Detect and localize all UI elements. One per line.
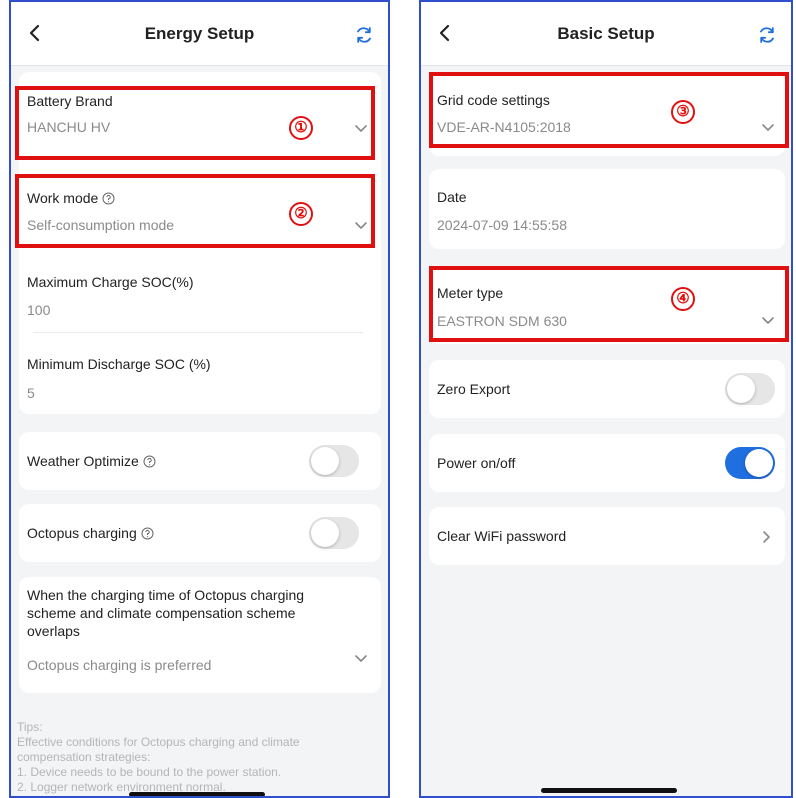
marker-3: ③ bbox=[671, 100, 695, 124]
zero-export-label: Zero Export bbox=[437, 381, 511, 397]
highlight-box-1 bbox=[15, 86, 375, 160]
refresh-icon[interactable] bbox=[354, 25, 374, 45]
tips-text: Tips: Effective conditions for Octopus c… bbox=[17, 720, 382, 795]
overlap-value: Octopus charging is preferred bbox=[27, 657, 212, 673]
min-discharge-soc-field[interactable]: Minimum Discharge SOC (%) 5 bbox=[27, 355, 372, 401]
octopus-charging-toggle[interactable] bbox=[309, 517, 359, 549]
highlight-box-4 bbox=[429, 266, 789, 342]
help-circle-icon[interactable] bbox=[141, 527, 154, 540]
min-discharge-soc-value: 5 bbox=[27, 385, 35, 401]
max-charge-soc-field[interactable]: Maximum Charge SOC(%) 100 bbox=[27, 273, 372, 319]
date-value: 2024-07-09 14:55:58 bbox=[437, 217, 567, 233]
energy-setup-screen: Energy Setup Battery Brand HANCHU HV ① W… bbox=[9, 0, 390, 798]
highlight-box-2 bbox=[15, 174, 375, 248]
toggle-knob bbox=[745, 449, 773, 477]
refresh-icon[interactable] bbox=[757, 25, 777, 45]
date-field[interactable]: Date 2024-07-09 14:55:58 bbox=[437, 188, 775, 234]
marker-1: ① bbox=[289, 116, 313, 140]
clear-wifi-label: Clear WiFi password bbox=[437, 528, 567, 544]
tips-line: compensation strategies: bbox=[17, 750, 151, 764]
weather-optimize-label: Weather Optimize bbox=[27, 453, 139, 469]
nav-bar: Energy Setup bbox=[11, 2, 388, 66]
chevron-right-icon bbox=[763, 531, 770, 543]
max-charge-soc-label: Maximum Charge SOC(%) bbox=[27, 274, 194, 290]
toggle-knob bbox=[311, 447, 339, 475]
clear-wifi-row[interactable]: Clear WiFi password bbox=[437, 527, 775, 547]
min-discharge-soc-label: Minimum Discharge SOC (%) bbox=[27, 356, 211, 372]
toggle-knob bbox=[727, 375, 755, 403]
marker-2: ② bbox=[289, 202, 313, 226]
divider bbox=[33, 332, 363, 333]
toggle-knob bbox=[311, 519, 339, 547]
nav-bar: Basic Setup bbox=[421, 2, 791, 66]
weather-optimize-toggle[interactable] bbox=[309, 445, 359, 477]
max-charge-soc-value: 100 bbox=[27, 302, 51, 318]
overlap-preference-selector[interactable]: When the charging time of Octopus chargi… bbox=[27, 586, 372, 682]
overlap-label-line-2: scheme and climate compensation scheme bbox=[27, 605, 296, 621]
zero-export-toggle[interactable] bbox=[725, 373, 775, 405]
power-label: Power on/off bbox=[437, 455, 516, 471]
tips-line: 1. Device needs to be bound to the power… bbox=[17, 765, 282, 779]
home-indicator[interactable] bbox=[129, 792, 265, 796]
tips-line: Tips: bbox=[17, 720, 43, 734]
marker-4: ④ bbox=[671, 287, 695, 311]
overlap-label-line-3: overlaps bbox=[27, 623, 80, 639]
overlap-label-line-1: When the charging time of Octopus chargi… bbox=[27, 587, 305, 603]
home-indicator[interactable] bbox=[541, 788, 677, 793]
page-title: Basic Setup bbox=[557, 24, 655, 43]
page-title: Energy Setup bbox=[144, 24, 255, 43]
basic-setup-screen: Basic Setup Grid code settings VDE-AR-N4… bbox=[419, 0, 793, 798]
highlight-box-3 bbox=[429, 72, 789, 148]
date-label: Date bbox=[437, 189, 467, 205]
help-circle-icon[interactable] bbox=[143, 455, 156, 468]
tips-line: Effective conditions for Octopus chargin… bbox=[17, 735, 300, 749]
chevron-down-icon bbox=[355, 655, 367, 662]
power-toggle[interactable] bbox=[725, 447, 775, 479]
octopus-charging-label: Octopus charging bbox=[27, 525, 137, 541]
